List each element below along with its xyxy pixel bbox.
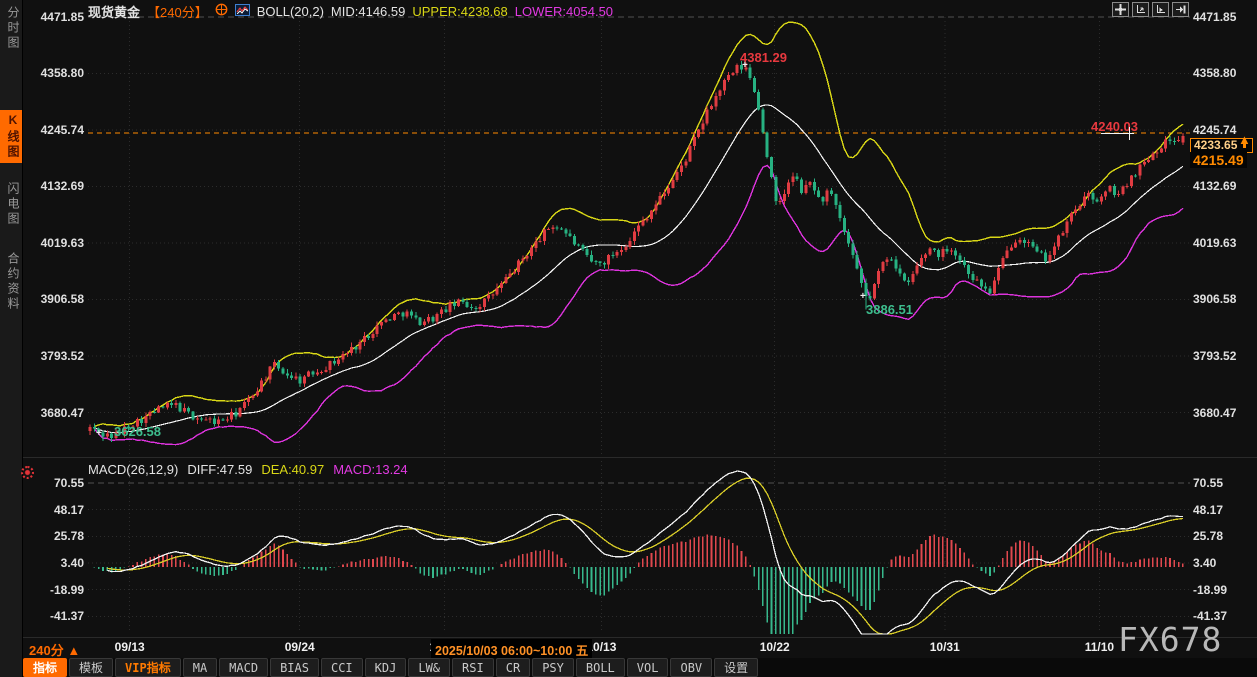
toolbar-button-10[interactable]: RSI [452,658,494,677]
toolbar-button-11[interactable]: CR [495,658,531,677]
axis-tick-label: 3.40 [60,556,84,570]
indicator-toolbar: 指标 模板 VIP指标 MA MACD BIAS CCI KDJ LW& RSI CR PSY BOLL… [23,658,1257,677]
price-up-arrow-icon: ▲ [1238,132,1251,148]
axis-tick-label: -18.99 [49,582,84,597]
toolbar-button-13[interactable]: BOLL [575,658,625,677]
date-label: 10/31 [929,640,960,654]
axis-tick-label: 3906.58 [40,292,84,307]
hover-time-tooltip: 2025/10/03 06:00~10:00 五 [431,639,593,660]
axis-tick-label: 48.17 [53,502,84,517]
macd-params: MACD(26,12,9) [88,462,179,477]
last-high-annotation: 4240.03 [1091,119,1138,134]
axis-tick-label: -18.99 [1193,582,1228,597]
date-axis: 240分 ▲ 09/1309/2410/0310/1310/2210/3111/… [0,639,1257,660]
chart-header: 现货黄金 【240分】 BOLL(20,2) MID:4146.59 UPPER… [88,2,614,21]
low-price-annotation: 3886.51 [866,302,913,317]
axis-tick-label: 4019.63 [1193,236,1237,250]
axis-tick-label: 3680.47 [40,405,84,420]
date-label: 10/22 [759,640,790,654]
toolbar-button-5[interactable]: MACD [219,658,269,677]
crosshair-tool-icon[interactable] [1112,2,1129,17]
axis-tick-label: 4245.74 [40,123,84,137]
toolbar-button-12[interactable]: PSY [532,658,574,677]
toolbar-button-9[interactable]: LW& [408,658,451,677]
date-label: 09/13 [114,640,145,654]
axis-tick-label: -41.37 [49,609,84,624]
low-point-marker: + [860,291,866,302]
toolbar-button-7[interactable]: CCI [320,658,363,677]
toolbar-button-1[interactable]: 指标 [23,658,68,677]
axis-tick-label: 48.17 [1193,502,1224,517]
macd-diff-value: DIFF:47.59 [187,462,253,477]
axis-tick-label: 25.78 [1193,529,1224,544]
start-low-annotation: 3626.58 [114,424,161,439]
toolbar-button-4[interactable]: MA [182,658,218,677]
zoom-out-icon[interactable] [1132,2,1149,17]
target-icon[interactable] [215,3,228,19]
axis-tick-label: 3793.52 [1193,349,1237,363]
axis-tick-label: 70.55 [53,476,84,490]
date-label: 11/10 [1084,640,1115,654]
toolbar-button-3[interactable]: VIP指标 [115,658,181,677]
axis-tick-label: 4132.69 [1193,179,1237,194]
boll-params: BOLL(20,2) [256,3,324,19]
axis-tick-label: 25.78 [53,529,84,544]
chart-canvas[interactable] [0,0,1257,677]
left-sidebar: 分时图 K线图 闪电图 合约资料 [0,0,23,677]
mini-chart-icon[interactable] [234,3,250,19]
toolbar-button-2[interactable]: 模板 [69,658,114,677]
axis-tick-label: 4132.69 [40,179,84,194]
toolbar-button-6[interactable]: BIAS [270,658,319,677]
axis-tick-label: 3680.47 [1193,405,1237,420]
axis-tick-label: 4471.85 [1193,10,1237,24]
start-low-marker: + [96,428,102,439]
macd-header: MACD(26,12,9) DIFF:47.59 DEA:40.97 MACD:… [88,462,408,477]
watermark: FX678 [1118,620,1223,659]
macd-dea-value: DEA:40.97 [261,462,325,477]
toolbar-button-15[interactable]: OBV [670,658,713,677]
chart-tool-icons [1112,2,1189,17]
boll-upper-value: UPPER:4238.68 [412,3,508,19]
jump-latest-icon[interactable] [1172,2,1189,17]
axis-tick-label: 3793.52 [40,349,84,363]
toolbar-button-14[interactable]: VOL [626,658,669,677]
date-label: 09/24 [284,640,315,654]
axis-tick-label: 4019.63 [40,236,84,250]
zoom-in-icon[interactable] [1152,2,1169,17]
period-selector[interactable]: 240分 ▲ [29,640,80,659]
boll-lower-value: LOWER:4054.50 [514,3,614,19]
axis-tick-label: 4358.80 [40,66,84,81]
axis-tick-label: 3.40 [1193,556,1217,570]
axis-tick-label: 3906.58 [1193,292,1237,307]
axis-tick-label: 70.55 [1193,476,1224,490]
macd-value: MACD:13.24 [333,462,408,477]
toolbar-button-16[interactable]: 设置 [714,658,759,677]
secondary-price-tag: 4215.49 [1190,152,1247,168]
symbol-name: 现货黄金 [88,4,141,20]
toolbar-button-8[interactable]: KDJ [364,658,407,677]
high-point-marker: + [742,60,748,71]
boll-mid-value: MID:4146.59 [330,3,406,19]
axis-tick-label: 4358.80 [1193,66,1237,81]
indicator-dot-icon[interactable] [21,466,34,479]
period-label[interactable]: 【240分】 [147,2,208,21]
crosshair-v-line [1129,127,1130,140]
axis-tick-label: 4471.85 [40,10,84,24]
app-window: 分时图 K线图 闪电图 合约资料 现货黄金 【240分】 BOLL(20,2) MID… [0,0,1257,677]
